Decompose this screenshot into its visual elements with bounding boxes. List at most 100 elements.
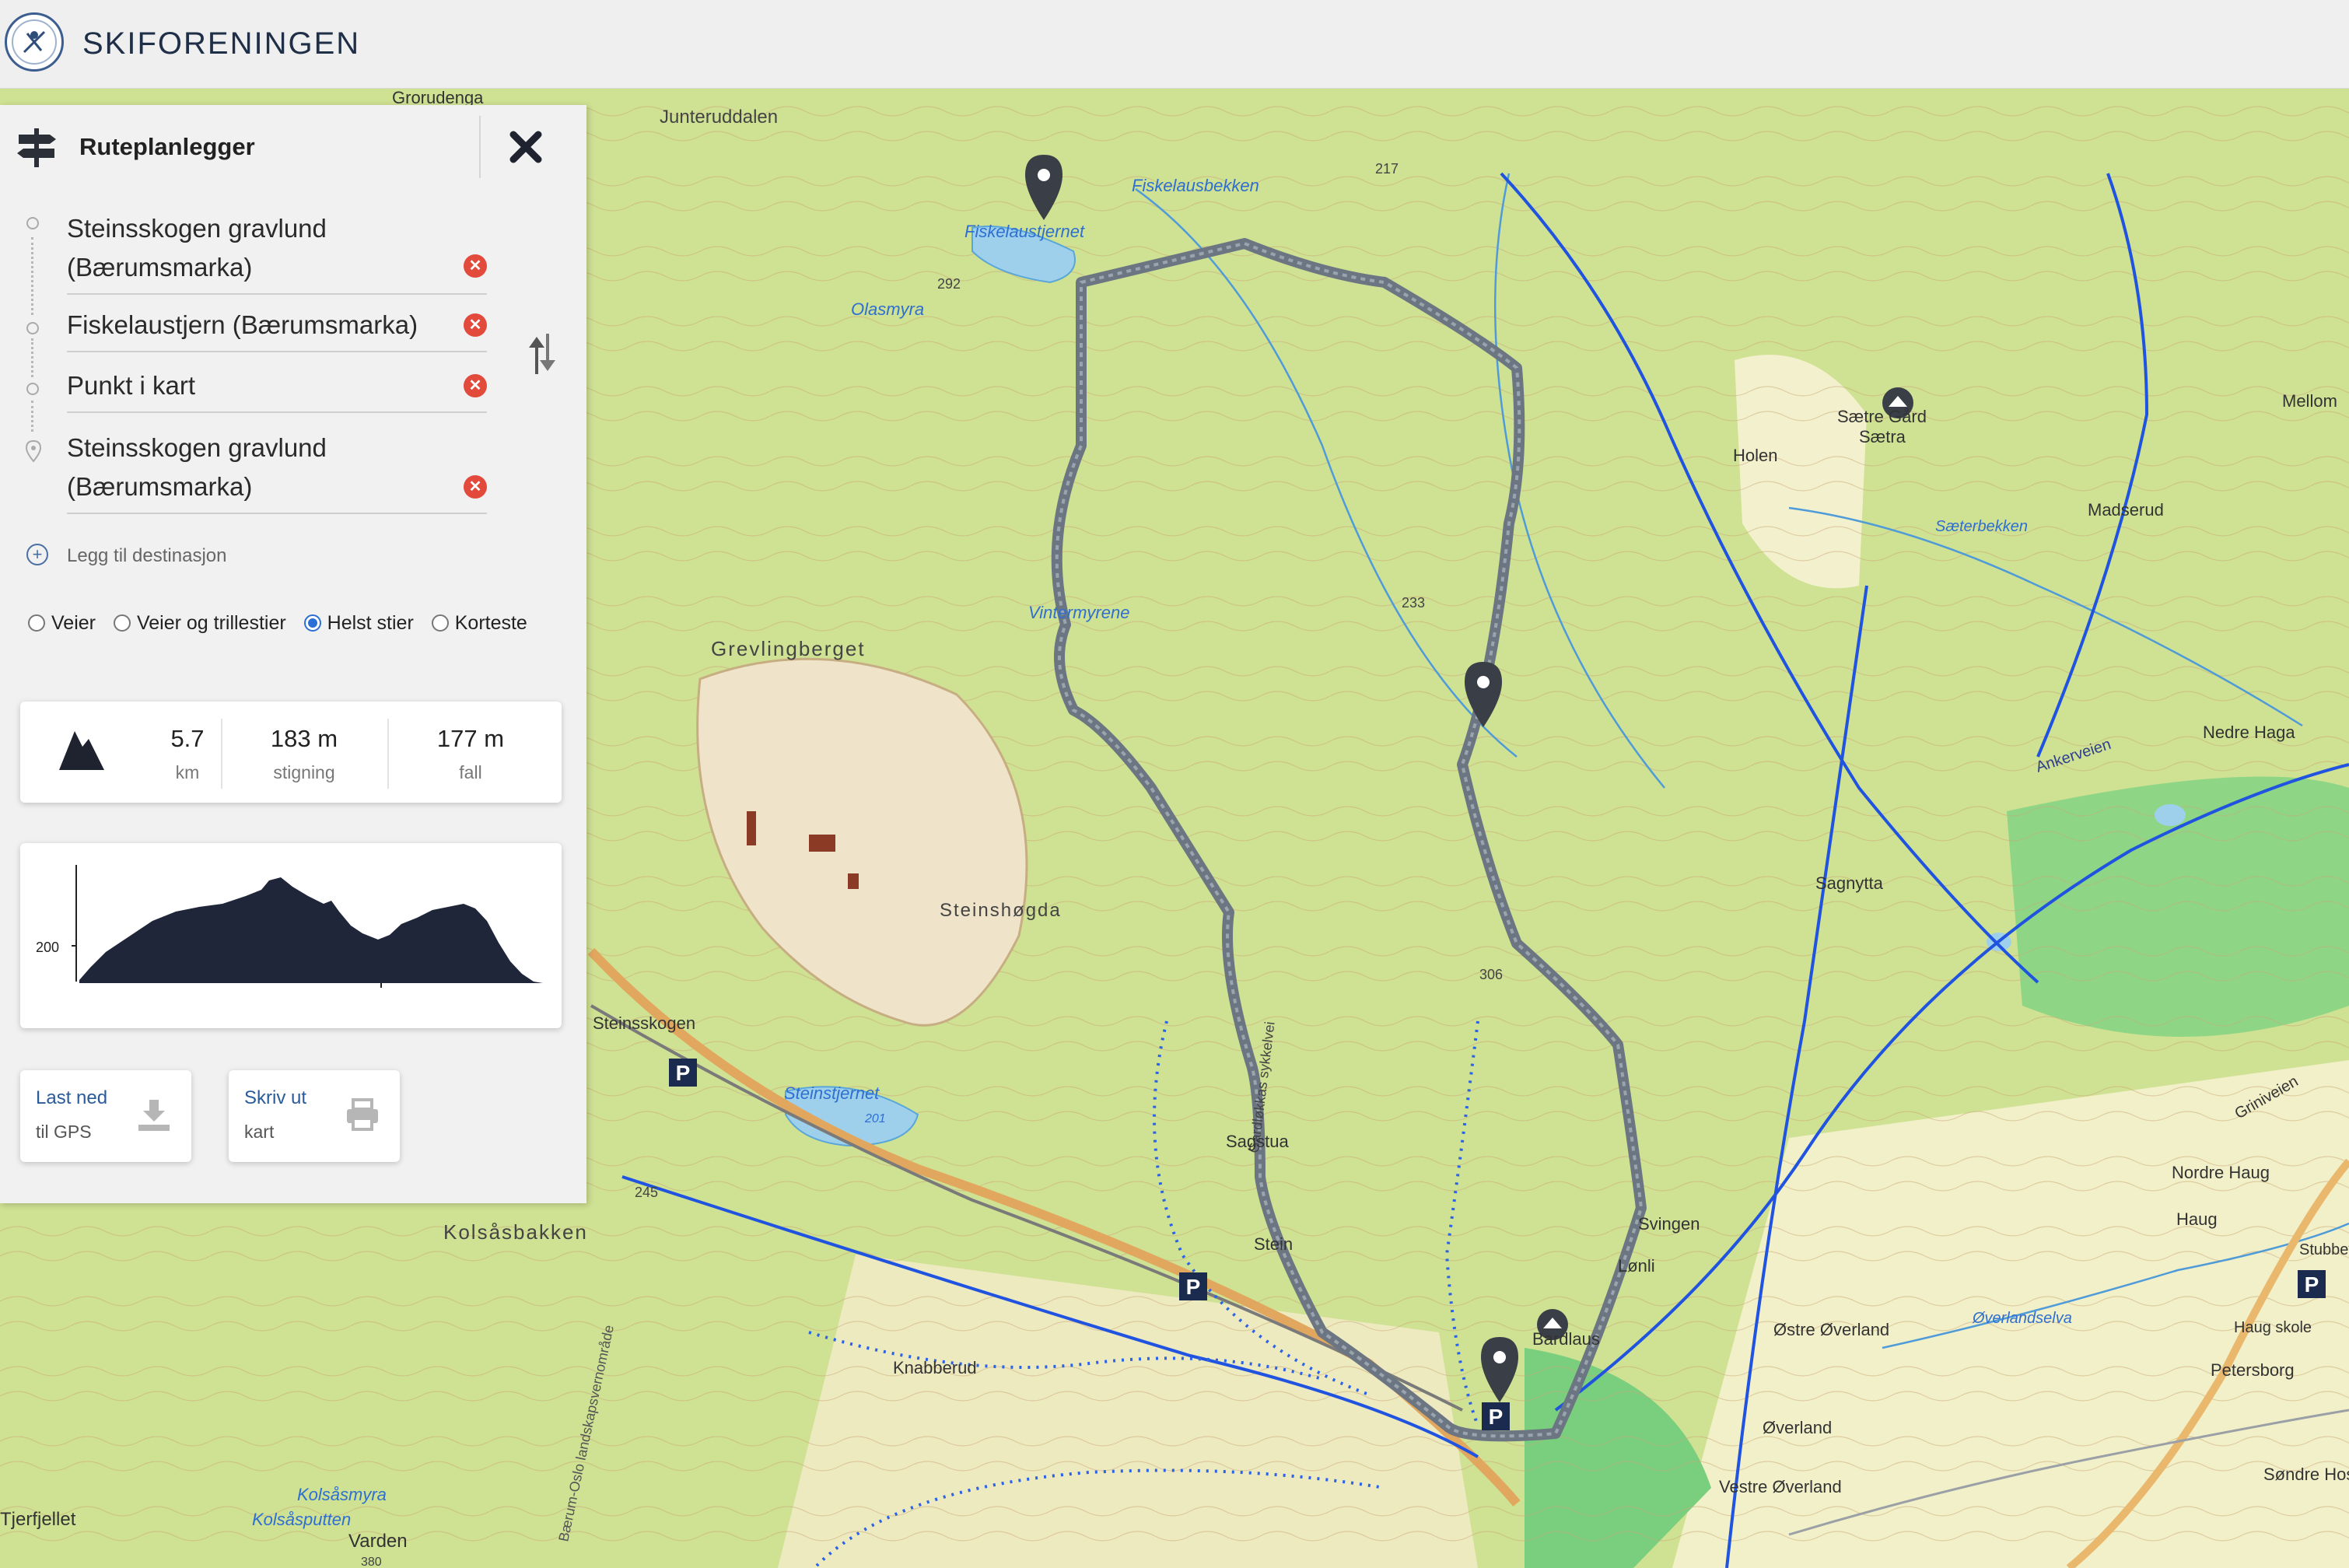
map-label: Stubbeve xyxy=(2299,1241,2349,1258)
stop-name-area[interactable]: (Bærumsmarka) xyxy=(67,467,487,506)
pond xyxy=(2155,804,2186,826)
stop-name[interactable]: Fiskelaustjern (Bærumsmarka) xyxy=(67,306,487,345)
route-stats-card: 5.7 km 183 m stigning 177 m fall xyxy=(20,702,562,803)
header-divider xyxy=(479,116,481,178)
svg-text:P: P xyxy=(676,1061,691,1085)
map-label: Fiskelausbekken xyxy=(1132,176,1259,195)
profile-y-tick-label: 200 xyxy=(36,940,59,955)
radio-button[interactable] xyxy=(28,614,45,632)
remove-stop-icon[interactable]: ✕ xyxy=(464,313,487,337)
print-map-button[interactable]: Skriv ut kart xyxy=(229,1070,400,1162)
remove-stop-icon[interactable]: ✕ xyxy=(464,475,487,499)
map-label: Søndre Hosle xyxy=(2263,1465,2349,1484)
stop-item[interactable]: Steinsskogen gravlund (Bærumsmarka) ✕ xyxy=(67,209,487,295)
map-label: Kolsåsputten xyxy=(252,1510,351,1529)
building xyxy=(848,873,859,889)
stop-connector xyxy=(31,237,37,315)
route-planner-settings: Ruteplanlegger Steinsskogen gravlund (Bæ… xyxy=(0,105,586,661)
stop-item[interactable]: Fiskelaustjern (Bærumsmarka) ✕ xyxy=(67,306,487,352)
map-label: Nedre Haga xyxy=(2203,723,2295,742)
stop-connector xyxy=(31,401,37,432)
download-gps-button[interactable]: Last ned til GPS xyxy=(20,1070,191,1162)
parking-icon: P xyxy=(2298,1270,2326,1298)
stop-name[interactable]: Steinsskogen gravlund xyxy=(67,429,487,467)
add-destination-label[interactable]: Legg til destinasjon xyxy=(67,545,226,567)
elevation-profile-chart[interactable]: 200 xyxy=(20,843,562,1028)
radio-button-selected[interactable] xyxy=(303,614,321,632)
waypoint-icon xyxy=(26,383,39,395)
building xyxy=(809,835,835,852)
download-icon[interactable] xyxy=(137,1098,171,1132)
close-icon[interactable] xyxy=(509,130,543,164)
descent-value: 177 m xyxy=(436,725,505,752)
map-label: Sagstua xyxy=(1226,1132,1289,1151)
remove-stop-icon[interactable]: ✕ xyxy=(464,254,487,278)
parking-icon: P xyxy=(669,1059,697,1087)
map-label: Bardlaus xyxy=(1532,1329,1600,1349)
map-label: Steinsskogen xyxy=(593,1013,695,1033)
map-label: Varden xyxy=(348,1531,408,1552)
map-label: Haug xyxy=(2176,1209,2218,1229)
stop-item[interactable]: Punkt i kart ✕ xyxy=(67,366,487,413)
map-label: Fiskelaustjernet xyxy=(964,222,1085,241)
route-option-veier[interactable]: Veier xyxy=(28,612,96,634)
map-label: Stein xyxy=(1254,1234,1293,1254)
radio-button[interactable] xyxy=(431,614,449,632)
map-label: Tjerfjellet xyxy=(0,1509,76,1530)
map-label: Sætre Gård xyxy=(1837,407,1927,426)
route-planner-panel: Ruteplanlegger Steinsskogen gravlund (Bæ… xyxy=(0,105,586,1203)
download-sublabel[interactable]: til GPS xyxy=(36,1122,92,1143)
map-label: 201 xyxy=(864,1112,886,1125)
stop-name-area[interactable]: (Bærumsmarka) xyxy=(67,248,487,287)
route-option-korteste[interactable]: Korteste xyxy=(431,612,527,634)
map-label: Grevlingberget xyxy=(711,637,866,660)
svg-text:P: P xyxy=(1186,1275,1201,1299)
ascent-value: 183 m xyxy=(270,725,338,752)
map-label: Mellom xyxy=(2282,391,2337,411)
mountain-icon xyxy=(59,731,104,770)
map-label: Sætra xyxy=(1859,427,1906,446)
svg-text:P: P xyxy=(2305,1272,2319,1297)
stop-item[interactable]: Steinsskogen gravlund (Bærumsmarka) ✕ xyxy=(67,429,487,514)
map-label: Steinshøgda xyxy=(940,900,1062,921)
map-label: Vintermyrene xyxy=(1028,603,1129,622)
print-label[interactable]: Skriv ut xyxy=(244,1087,306,1109)
map-label: 292 xyxy=(937,276,961,292)
add-circle-icon[interactable]: + xyxy=(26,544,48,565)
brand-name[interactable]: SKIFORENINGEN xyxy=(82,26,360,61)
top-bar: SKIFORENINGEN xyxy=(0,0,2349,89)
route-option-veier-og-trillestier[interactable]: Veier og trillestier xyxy=(113,612,286,634)
route-type-options: Veier Veier og trillestier Helst stier K… xyxy=(28,612,540,635)
download-label[interactable]: Last ned xyxy=(36,1087,107,1109)
map-label: Madserud xyxy=(2088,500,2164,520)
map-label: Knabberud xyxy=(893,1358,977,1377)
route-option-helst-stier[interactable]: Helst stier xyxy=(303,612,414,634)
remove-stop-icon[interactable]: ✕ xyxy=(464,374,487,397)
map-label: Østre Øverland xyxy=(1773,1320,1889,1339)
map-label: Olasmyra xyxy=(851,299,924,319)
ascent-unit: stigning xyxy=(273,762,335,782)
map-label: Øverlandselva xyxy=(1972,1310,2072,1327)
map-label: Holen xyxy=(1733,446,1777,465)
map-label: Petersborg xyxy=(2211,1360,2295,1380)
map-label: Svingen xyxy=(1638,1214,1700,1234)
map-label: 380 xyxy=(361,1556,382,1568)
signpost-icon xyxy=(17,128,56,167)
radio-button[interactable] xyxy=(113,614,131,632)
map-label: Sæterbekken xyxy=(1935,518,2028,535)
printer-icon[interactable] xyxy=(345,1098,380,1132)
stop-name[interactable]: Punkt i kart xyxy=(67,366,487,405)
map-label: 217 xyxy=(1375,161,1399,177)
map-label: Steinstjernet xyxy=(784,1083,880,1103)
map-label: Haug skole xyxy=(2234,1319,2312,1336)
parking-icon: P xyxy=(1482,1402,1510,1430)
waypoint-icon xyxy=(26,322,39,334)
svg-text:P: P xyxy=(1489,1405,1504,1429)
swap-icon[interactable] xyxy=(526,331,557,377)
building xyxy=(747,811,756,845)
print-sublabel[interactable]: kart xyxy=(244,1122,274,1143)
map-label: Lønli xyxy=(1618,1256,1655,1276)
stop-name[interactable]: Steinsskogen gravlund xyxy=(67,209,487,248)
logo[interactable] xyxy=(5,12,64,72)
map-label: 306 xyxy=(1479,967,1503,982)
